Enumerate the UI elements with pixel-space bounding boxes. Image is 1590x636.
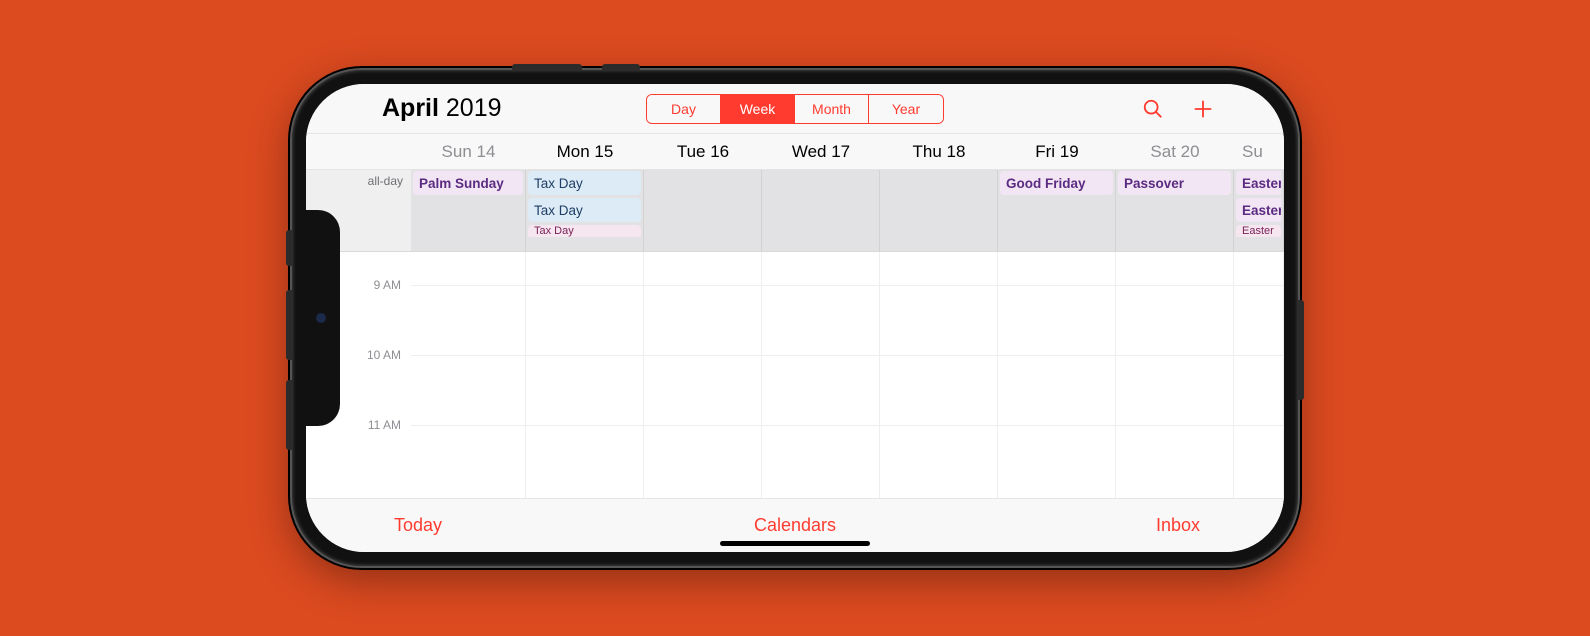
seg-week[interactable]: Week <box>721 95 795 123</box>
time-gutter-header <box>306 134 411 169</box>
day-header-row: Sun 14 Mon 15 Tue 16 Wed 17 Thu 18 Fri 1… <box>306 134 1284 170</box>
phone-frame: April 2019 Day Week Month Year <box>290 68 1300 568</box>
hour-grid[interactable] <box>411 252 1284 498</box>
phone-button-side-1 <box>286 230 292 266</box>
phone-button-mute <box>602 64 640 70</box>
day-header-mon[interactable]: Mon 15 <box>526 134 644 169</box>
event-tax-day-2[interactable]: Tax Day <box>528 198 641 222</box>
phone-button-power <box>1298 300 1304 400</box>
event-easter-3[interactable]: Easter <box>1236 225 1281 237</box>
phone-button-side-2 <box>286 290 292 360</box>
day-header-next-sun[interactable]: Su <box>1234 134 1284 169</box>
event-easter-2[interactable]: Easter <box>1236 198 1281 222</box>
home-indicator[interactable] <box>720 541 870 546</box>
event-palm-sunday[interactable]: Palm Sunday <box>413 171 523 195</box>
day-header-sat[interactable]: Sat 20 <box>1116 134 1234 169</box>
view-switcher: Day Week Month Year <box>646 94 944 124</box>
event-good-friday[interactable]: Good Friday <box>1000 171 1113 195</box>
seg-day[interactable]: Day <box>647 95 721 123</box>
header-actions <box>1142 98 1214 120</box>
all-day-grid: Palm Sunday Tax Day Good Friday Passover… <box>411 170 1284 251</box>
event-tax-day-3[interactable]: Tax Day <box>528 225 641 237</box>
phone-button-side-3 <box>286 380 292 450</box>
seg-month[interactable]: Month <box>795 95 869 123</box>
hour-label-9: 9 AM <box>374 278 401 292</box>
event-tax-day-1[interactable]: Tax Day <box>528 171 641 195</box>
event-passover[interactable]: Passover <box>1118 171 1231 195</box>
add-icon[interactable] <box>1192 98 1214 120</box>
phone-button-volume <box>512 64 582 70</box>
inbox-button[interactable]: Inbox <box>1156 515 1200 536</box>
all-day-section: all-day Palm Sunday Tax Day Good Friday … <box>306 170 1284 252</box>
today-button[interactable]: Today <box>394 515 442 536</box>
search-icon[interactable] <box>1142 98 1164 120</box>
calendars-button[interactable]: Calendars <box>754 515 836 536</box>
hour-grid-section: 9 AM 10 AM 11 AM <box>306 252 1284 498</box>
seg-year[interactable]: Year <box>869 95 943 123</box>
title-year: 2019 <box>446 94 502 122</box>
screen: April 2019 Day Week Month Year <box>306 84 1284 552</box>
camera-dot <box>316 313 326 323</box>
day-header-thu[interactable]: Thu 18 <box>880 134 998 169</box>
title-month: April <box>382 94 439 122</box>
hour-label-10: 10 AM <box>367 348 401 362</box>
event-easter-1[interactable]: Easter <box>1236 171 1281 195</box>
calendar-header: April 2019 Day Week Month Year <box>306 84 1284 134</box>
day-header-tue[interactable]: Tue 16 <box>644 134 762 169</box>
day-header-fri[interactable]: Fri 19 <box>998 134 1116 169</box>
day-header-sun[interactable]: Sun 14 <box>411 134 526 169</box>
day-header-wed[interactable]: Wed 17 <box>762 134 880 169</box>
device-notch <box>306 210 340 426</box>
page-title: April 2019 <box>382 94 502 123</box>
hour-label-11: 11 AM <box>368 418 401 432</box>
